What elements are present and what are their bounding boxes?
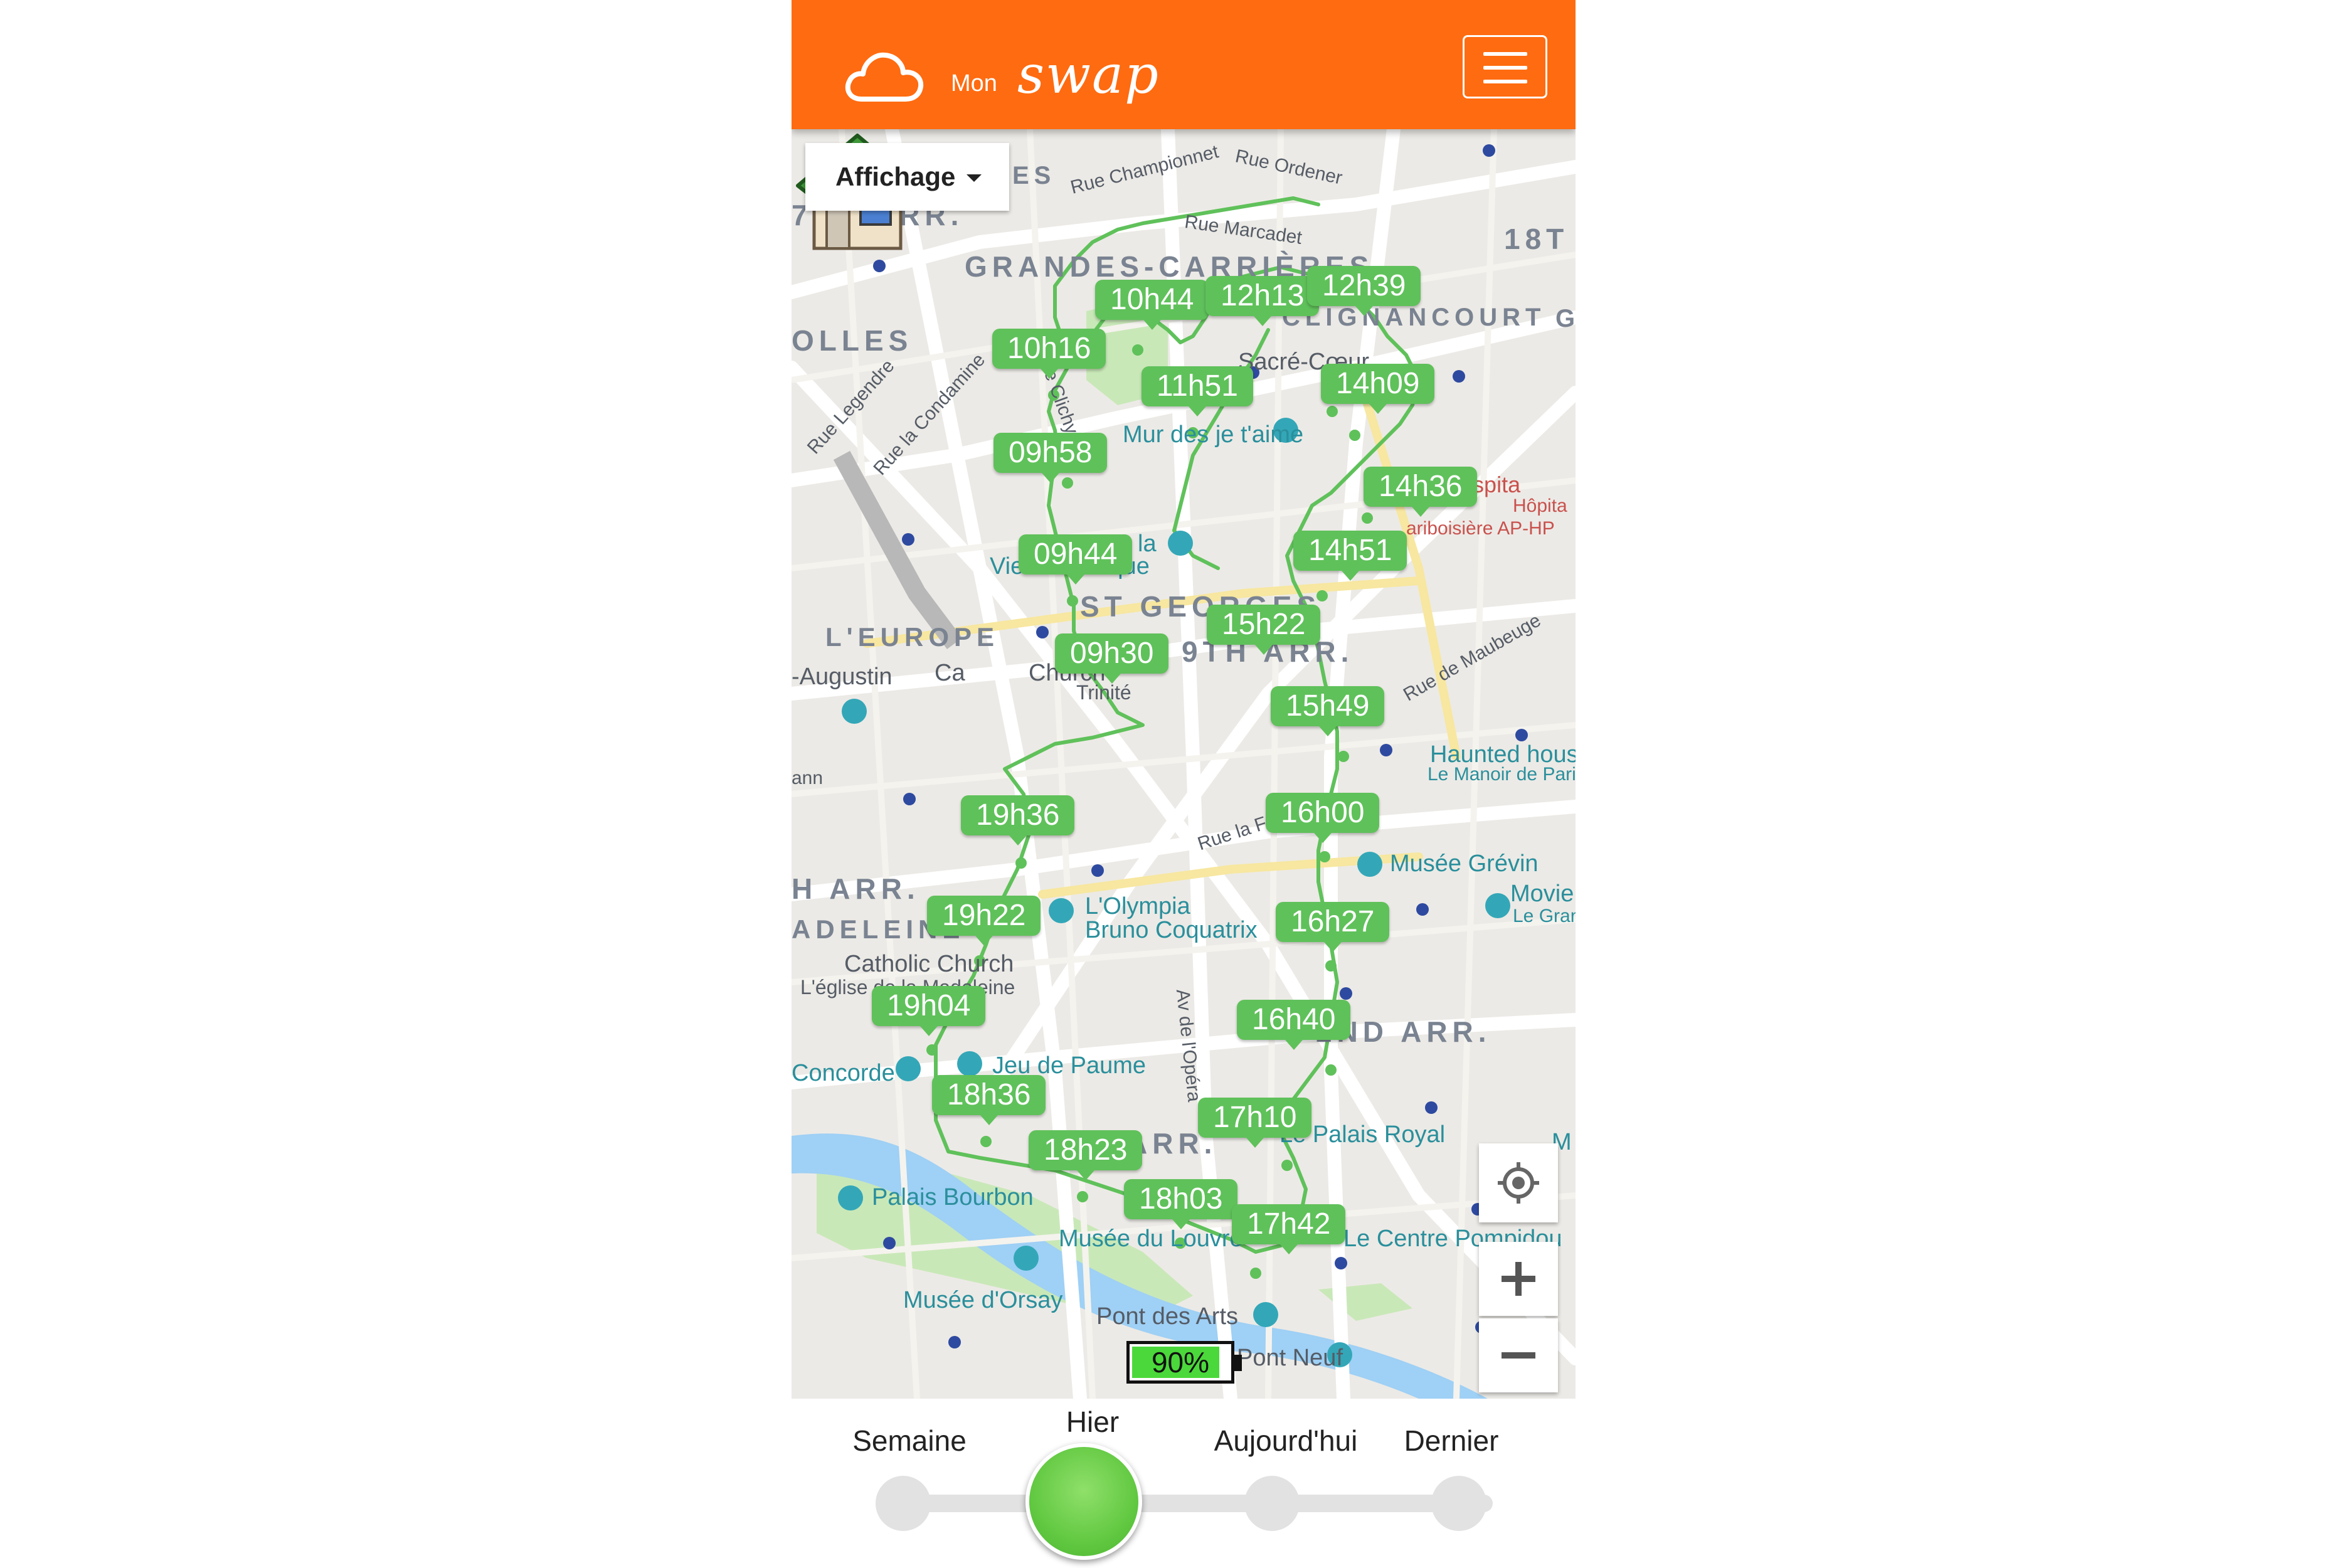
menu-line-icon — [1483, 80, 1527, 83]
time-marker[interactable]: 09h44 — [1019, 534, 1133, 585]
time-marker[interactable]: 19h36 — [961, 795, 1075, 845]
time-marker[interactable]: 16h00 — [1266, 793, 1380, 843]
place-label: Musée Grévin — [1390, 850, 1539, 877]
time-marker[interactable]: 15h49 — [1271, 686, 1385, 736]
district-label: G — [1555, 305, 1576, 332]
time-marker[interactable]: 17h42 — [1232, 1204, 1346, 1254]
time-marker[interactable]: 16h27 — [1276, 902, 1390, 952]
time-marker[interactable]: 15h22 — [1207, 605, 1321, 655]
timeline-slider-track[interactable] — [903, 1495, 1493, 1512]
district-label: L'EUROPE — [825, 622, 1000, 652]
display-dropdown-button[interactable]: Affichage — [805, 143, 1009, 211]
timeline-option-aujourdhui[interactable]: Aujourd'hui — [1214, 1424, 1358, 1458]
menu-line-icon — [1483, 52, 1527, 56]
my-location-button[interactable] — [1479, 1143, 1558, 1222]
time-marker[interactable]: 18h36 — [932, 1075, 1046, 1125]
time-marker[interactable]: 09h30 — [1055, 633, 1169, 684]
place-label: Pont Neuf — [1237, 1345, 1343, 1371]
timeline-stop-semaine[interactable] — [876, 1476, 931, 1531]
time-marker[interactable]: 17h10 — [1198, 1098, 1312, 1148]
place-label: ann — [792, 768, 824, 788]
zoom-out-button[interactable] — [1479, 1318, 1558, 1392]
place-label: L'Olympia — [1085, 893, 1190, 919]
zoom-in-button[interactable] — [1479, 1242, 1558, 1316]
display-dropdown-label: Affichage — [835, 162, 956, 191]
plus-icon — [1502, 1262, 1535, 1296]
time-marker[interactable]: 14h09 — [1321, 364, 1435, 414]
district-label: 18T — [1504, 223, 1569, 255]
district-label: ES — [1012, 162, 1056, 189]
time-marker[interactable]: 18h23 — [1029, 1130, 1143, 1180]
district-label: CLIGNANCOURT — [1282, 304, 1546, 331]
time-marker[interactable]: 14h36 — [1364, 467, 1478, 517]
time-marker[interactable]: 10h44 — [1095, 280, 1209, 330]
place-label: Mur des je t'aime — [1123, 421, 1304, 448]
hamburger-menu-button[interactable] — [1463, 35, 1547, 98]
time-marker[interactable]: 12h13 — [1205, 276, 1320, 326]
time-marker[interactable]: 14h51 — [1293, 531, 1407, 581]
battery-percent: 90% — [1151, 1346, 1210, 1379]
cloud-icon — [845, 52, 924, 102]
place-label: Palais Bourbon — [872, 1184, 1034, 1210]
district-label: OLLES — [792, 324, 913, 357]
district-label: H ARR. — [792, 872, 920, 905]
time-marker[interactable]: 16h40 — [1237, 1000, 1351, 1050]
brand-logo: swap — [1017, 44, 1160, 105]
place-label: Movie — [1510, 881, 1574, 907]
map-view[interactable]: 7TH ARR. GRANDES-CARRIÈRES 18T CLIGNANCO… — [792, 129, 1576, 1399]
place-label: la — [1138, 531, 1157, 557]
place-label: Musée d'Orsay — [903, 1287, 1063, 1313]
battery-indicator: 90% — [1126, 1341, 1234, 1384]
timeline-slider-handle[interactable] — [1025, 1443, 1142, 1560]
timeline-option-semaine[interactable]: Semaine — [852, 1424, 967, 1458]
time-marker[interactable]: 19h22 — [927, 896, 1041, 946]
phone-screen: Mon swap ARR. GRANDES-CARRIÈRES 18T CLIG… — [792, 0, 1576, 1568]
place-label: Hôpita — [1513, 495, 1567, 516]
place-label: Bruno Coquatrix — [1085, 917, 1258, 943]
app-header: Mon swap — [792, 0, 1576, 129]
place-label: Pont des Arts — [1096, 1303, 1239, 1330]
place-label: Ca — [935, 660, 965, 686]
brand-prefix: Mon — [951, 70, 997, 97]
place-label: Catholic Church — [844, 951, 1014, 977]
time-marker[interactable]: 11h51 — [1142, 366, 1253, 416]
place-label: Le Manoir de Paris — [1428, 764, 1576, 785]
time-marker[interactable]: 09h58 — [993, 433, 1108, 483]
place-label: Le Gran — [1513, 906, 1576, 926]
place-label: -Augustin — [792, 664, 893, 690]
place-label: Concorde — [792, 1060, 895, 1086]
time-marker[interactable]: 10h16 — [992, 329, 1106, 379]
crosshair-icon — [1498, 1162, 1539, 1204]
place-label: ariboisière AP-HP — [1406, 518, 1555, 539]
place-label: Musée du Louvre — [1059, 1226, 1243, 1252]
menu-line-icon — [1483, 66, 1527, 70]
timeline-option-dernier[interactable]: Dernier — [1404, 1424, 1499, 1458]
time-marker[interactable]: 12h39 — [1307, 266, 1421, 316]
minus-icon — [1502, 1352, 1535, 1359]
timeline-stop-dernier[interactable] — [1431, 1476, 1486, 1531]
timeline-option-hier[interactable]: Hier — [1066, 1405, 1119, 1439]
battery-tip — [1233, 1355, 1242, 1371]
caret-down-icon — [967, 174, 982, 182]
time-marker[interactable]: 19h04 — [872, 986, 986, 1036]
timeline-stop-aujourdhui[interactable] — [1244, 1476, 1300, 1531]
time-marker[interactable]: 18h03 — [1124, 1179, 1238, 1229]
